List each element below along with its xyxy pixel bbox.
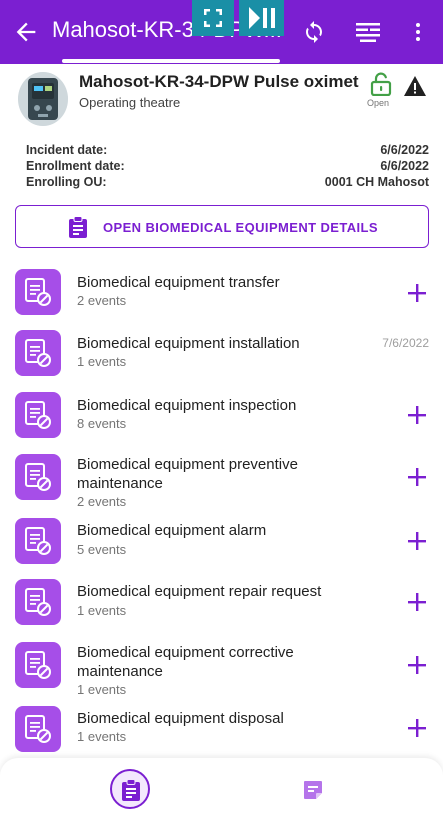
add-event-icon[interactable] <box>406 282 428 304</box>
stage-form-icon <box>15 454 61 500</box>
stage-name: Biomedical equipment repair request <box>77 583 322 600</box>
equipment-name: Mahosot-KR-34-DPW Pulse oximet <box>79 72 359 91</box>
sync-icon[interactable] <box>302 20 326 44</box>
add-event-icon[interactable] <box>406 466 428 488</box>
stage-event-count: 1 events <box>77 729 127 744</box>
play-pause-icon <box>249 7 275 29</box>
stage-form-icon <box>15 330 61 376</box>
stage-event-count: 8 events <box>77 416 127 431</box>
stage-form-icon <box>15 269 61 315</box>
equipment-location: Operating theatre <box>79 95 181 110</box>
filter-icon[interactable] <box>355 20 381 44</box>
stage-form-icon <box>15 706 61 752</box>
stage-row[interactable]: Biomedical equipment repair request 1 ev… <box>0 579 443 629</box>
incident-date-row: Incident date: 6/6/2022 <box>26 143 429 158</box>
enrollment-date-value: 6/6/2022 <box>380 159 429 173</box>
clipboard-icon <box>69 216 87 238</box>
stage-event-count: 1 events <box>77 354 127 369</box>
arrow-back-icon[interactable] <box>12 18 40 46</box>
stage-name: Biomedical equipment corrective maintena… <box>77 644 294 680</box>
enrollment-status-label: Open <box>367 98 390 108</box>
stage-row[interactable]: Biomedical equipment preventive maintena… <box>0 454 443 510</box>
stage-form-icon <box>15 579 61 625</box>
stage-row[interactable]: Biomedical equipment inspection 8 events <box>0 392 443 442</box>
add-event-icon[interactable] <box>406 717 428 739</box>
stage-row[interactable]: Biomedical equipment disposal 1 events <box>0 706 443 756</box>
enrolling-ou-row: Enrolling OU: 0001 CH Mahosot <box>26 175 429 190</box>
stage-event-count: 5 events <box>77 542 127 557</box>
lock-open-icon[interactable] <box>370 72 392 96</box>
incident-date-value: 6/6/2022 <box>380 143 429 157</box>
stage-row[interactable]: Biomedical equipment corrective maintena… <box>0 642 443 698</box>
stage-name: Biomedical equipment installation <box>77 335 300 352</box>
device-image <box>18 72 68 126</box>
play-pause-button[interactable] <box>239 0 284 36</box>
enrolling-ou-label: Enrolling OU: <box>26 175 107 189</box>
stage-event-count: 2 events <box>77 494 127 509</box>
nav-dashboard-button[interactable] <box>110 769 150 809</box>
notes-icon[interactable] <box>302 779 324 801</box>
stage-event-count: 2 events <box>77 293 127 308</box>
add-event-icon[interactable] <box>406 654 428 676</box>
stage-name: Biomedical equipment inspection <box>77 397 297 414</box>
stage-name: Biomedical equipment alarm <box>77 522 267 539</box>
stage-event-count: 1 events <box>77 603 127 618</box>
enrollment-date-row: Enrollment date: 6/6/2022 <box>26 159 429 174</box>
stage-form-icon <box>15 392 61 438</box>
stage-row[interactable]: Biomedical equipment installation 1 even… <box>0 330 443 380</box>
open-details-button[interactable]: OPEN BIOMEDICAL EQUIPMENT DETAILS <box>15 205 429 248</box>
fullscreen-button[interactable] <box>192 0 234 36</box>
add-event-icon[interactable] <box>406 404 428 426</box>
warning-icon[interactable] <box>403 75 427 97</box>
tab-indicator <box>62 59 280 63</box>
stage-name: Biomedical equipment preventive maintena… <box>77 456 298 492</box>
stage-form-icon <box>15 642 61 688</box>
stage-row[interactable]: Biomedical equipment alarm 5 events <box>0 518 443 568</box>
stage-name: Biomedical equipment disposal <box>77 710 284 727</box>
incident-date-label: Incident date: <box>26 143 108 157</box>
stage-event-count: 1 events <box>77 682 127 697</box>
stage-name: Biomedical equipment transfer <box>77 274 280 291</box>
enrolling-ou-value: 0001 CH Mahosot <box>324 175 429 189</box>
add-event-icon[interactable] <box>406 591 428 613</box>
bottom-navigation <box>0 758 443 817</box>
fullscreen-icon <box>204 9 222 27</box>
enrollment-date-label: Enrollment date: <box>26 159 125 173</box>
stage-row[interactable]: Biomedical equipment transfer 2 events <box>0 269 443 319</box>
dashboard-clipboard-icon <box>122 779 140 801</box>
add-event-icon[interactable] <box>406 530 428 552</box>
more-vert-icon[interactable] <box>406 20 430 44</box>
stage-form-icon <box>15 518 61 564</box>
open-details-label: OPEN BIOMEDICAL EQUIPMENT DETAILS <box>103 220 378 235</box>
stage-last-event-date: 7/6/2022 <box>382 336 429 350</box>
